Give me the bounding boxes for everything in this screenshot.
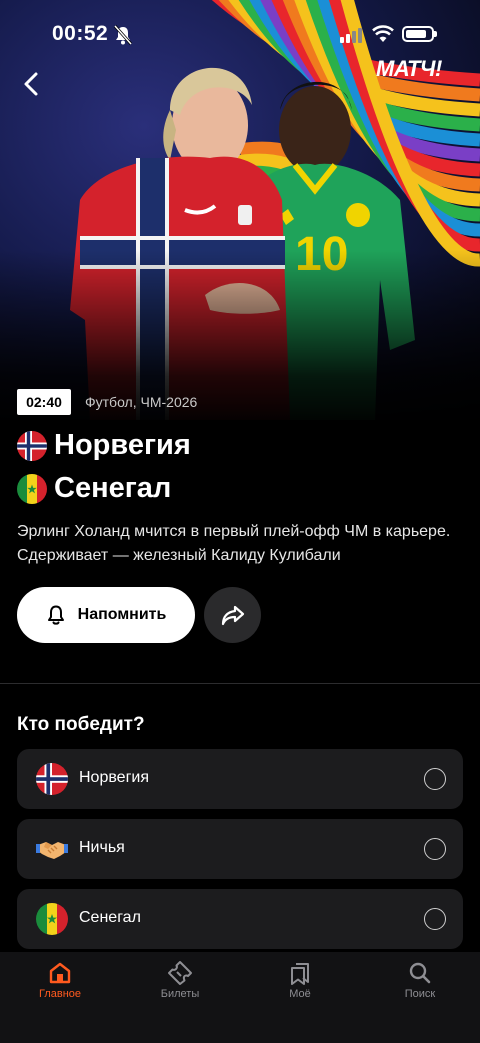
bell-muted-icon <box>114 25 132 45</box>
match-time-badge: 02:40 <box>17 389 71 415</box>
match-description: Эрлинг Холанд мчится в первый плей-офф Ч… <box>17 523 451 564</box>
poll-option-draw[interactable]: Ничья <box>17 819 463 879</box>
remind-button[interactable]: Напомнить <box>17 587 195 643</box>
radio-button[interactable] <box>424 838 446 860</box>
team2-line: Сенегал <box>17 472 171 505</box>
back-chevron-icon[interactable] <box>18 68 46 100</box>
match-meta: Футбол, ЧМ-2026 <box>85 394 198 410</box>
bottom-tab-bar: Главное Билеты Моё Поиск <box>0 952 480 1043</box>
poll-option-label: Ничья <box>79 839 125 856</box>
senegal-flag-icon <box>17 473 47 504</box>
ticket-icon <box>168 961 192 985</box>
poll-option-label: Сенегал <box>79 909 141 926</box>
tab-tickets[interactable]: Билеты <box>120 952 240 1012</box>
tab-label: Билеты <box>160 988 200 1000</box>
team2-name: Сенегал <box>54 472 172 504</box>
poll-title: Кто победит? <box>17 714 145 735</box>
search-icon <box>409 962 431 984</box>
cellular-signal-icon <box>340 28 362 43</box>
tab-search[interactable]: Поиск <box>360 952 480 1012</box>
poll-option-label: Норвегия <box>79 769 150 786</box>
bell-icon <box>47 605 64 625</box>
poll-option-norway[interactable]: Норвегия <box>17 749 463 809</box>
wifi-icon <box>372 25 394 42</box>
status-time: 00:52 <box>52 22 109 45</box>
tab-label: Моё <box>289 988 311 1000</box>
remind-button-label: Напомнить <box>77 606 167 623</box>
section-divider <box>0 683 480 684</box>
tab-label: Главное <box>38 988 82 1000</box>
team1-name: Норвегия <box>54 429 191 461</box>
norway-flag-icon <box>36 763 68 795</box>
match-tv-logo: МАТЧ! <box>376 56 442 81</box>
bookmark-icon <box>291 963 309 985</box>
share-button[interactable] <box>204 587 261 643</box>
battery-icon <box>402 26 437 42</box>
radio-button[interactable] <box>424 908 446 930</box>
share-arrow-icon <box>221 605 244 626</box>
tab-home[interactable]: Главное <box>0 952 120 1012</box>
tab-mine[interactable]: Моё <box>240 952 360 1012</box>
team1-line: Норвегия <box>17 429 191 462</box>
poll-option-senegal[interactable]: Сенегал <box>17 889 463 949</box>
handshake-icon <box>36 842 68 859</box>
home-icon <box>49 962 71 984</box>
radio-button[interactable] <box>424 768 446 790</box>
norway-flag-icon <box>17 430 47 461</box>
tab-label: Поиск <box>404 988 436 1000</box>
senegal-flag-icon <box>36 903 68 935</box>
